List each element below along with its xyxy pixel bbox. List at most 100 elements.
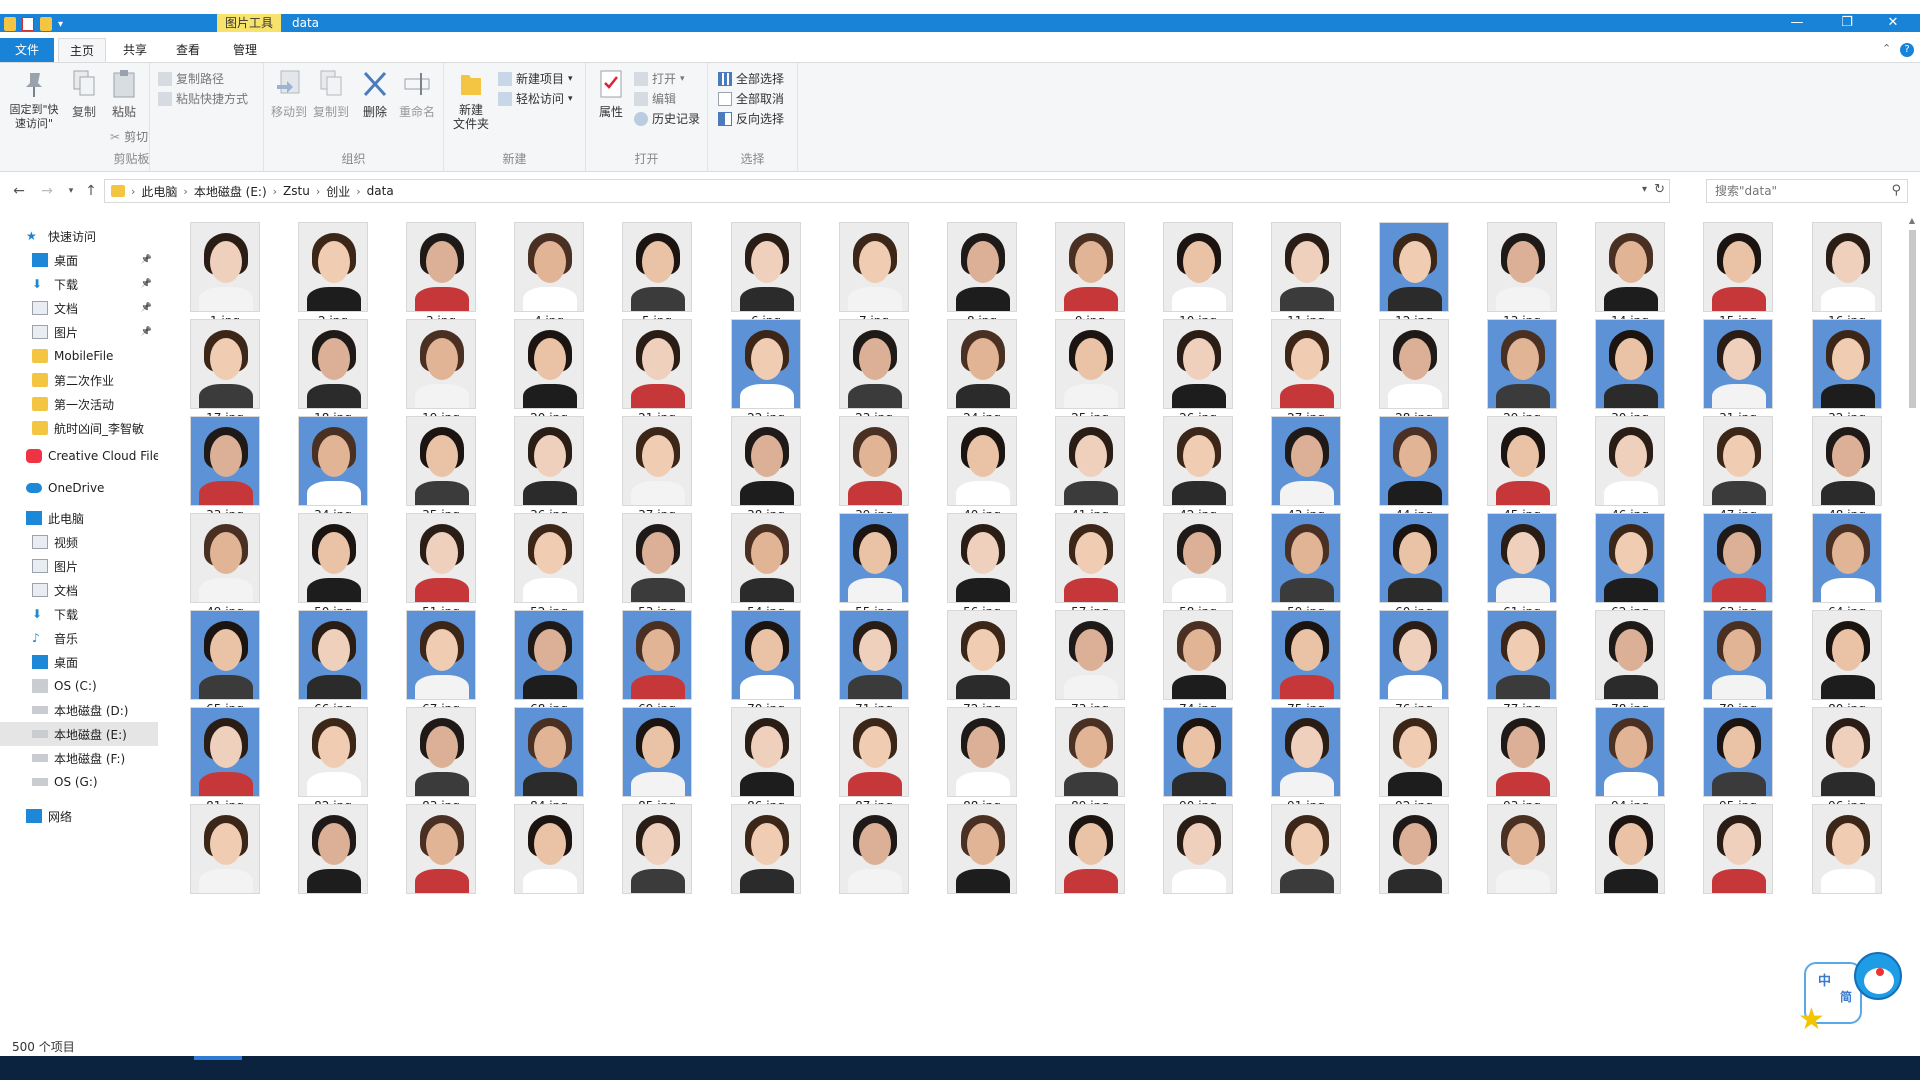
properties-check-icon[interactable] xyxy=(22,17,34,31)
nav-item[interactable]: 本地磁盘 (D:) xyxy=(0,698,158,722)
nav-item[interactable]: 桌面 xyxy=(0,650,158,674)
help-icon[interactable]: ? xyxy=(1900,43,1914,57)
minimize-button[interactable]: — xyxy=(1774,14,1820,32)
new-item-button[interactable]: 新建项目 ▾ xyxy=(498,69,573,89)
invert-selection-button[interactable]: 反向选择 xyxy=(718,109,784,129)
nav-item[interactable]: 网络 xyxy=(0,804,158,828)
breadcrumb-zstu[interactable]: Zstu xyxy=(283,184,310,198)
nav-item[interactable]: 图片 xyxy=(0,554,158,578)
file-item[interactable]: 111.jpg xyxy=(1685,796,1785,909)
breadcrumb-drive-e[interactable]: 本地磁盘 (E:) xyxy=(194,183,267,200)
search-box[interactable]: ⚲ xyxy=(1706,179,1908,203)
nav-item[interactable]: 本地磁盘 (E:) xyxy=(0,722,158,746)
history-button[interactable]: 历史记录 xyxy=(634,109,700,129)
file-item[interactable]: 104.jpg xyxy=(929,796,1029,909)
pin-to-quick-access-button[interactable]: 固定到"快速访问" xyxy=(4,69,64,131)
search-input[interactable] xyxy=(1707,180,1877,202)
address-bar[interactable]: › 此电脑 › 本地磁盘 (E:) › Zstu › 创业 › data ▾ ↻ xyxy=(104,179,1670,203)
nav-item[interactable]: 此电脑 xyxy=(0,506,158,530)
ime-widget[interactable]: 中 简 ★ xyxy=(1796,952,1906,1037)
tab-file[interactable]: 文件 xyxy=(0,38,54,62)
thumbnail-face xyxy=(1832,532,1864,574)
forward-arrow-icon[interactable]: → xyxy=(38,182,56,200)
tab-manage[interactable]: 管理 xyxy=(218,38,272,62)
new-folder-icon[interactable] xyxy=(40,17,52,31)
ime-mode-chinese[interactable]: 中 xyxy=(1818,970,1831,989)
file-item[interactable]: 109.jpg xyxy=(1469,796,1569,909)
edit-button[interactable]: 编辑 xyxy=(634,89,676,109)
photo-thumbnail xyxy=(731,707,801,797)
scroll-up-arrow-icon[interactable]: ▲ xyxy=(1907,216,1917,226)
file-item[interactable]: 99.jpg xyxy=(388,796,488,909)
photo-thumbnail xyxy=(1812,319,1882,409)
breadcrumb-this-pc[interactable]: 此电脑 xyxy=(141,183,177,200)
tab-view[interactable]: 查看 xyxy=(163,38,213,62)
nav-item[interactable]: ★ 快速访问 xyxy=(0,224,158,248)
maximize-button[interactable]: ❐ xyxy=(1824,14,1870,32)
nav-item[interactable]: OneDrive xyxy=(0,476,158,500)
recent-locations-chevron-icon[interactable]: ▾ xyxy=(62,182,80,200)
nav-item[interactable]: 第一次活动 xyxy=(0,392,158,416)
file-item[interactable]: 102.jpg xyxy=(713,796,813,909)
nav-item[interactable]: 桌面 📌 xyxy=(0,248,158,272)
nav-item[interactable]: 本地磁盘 (F:) xyxy=(0,746,158,770)
file-item[interactable]: 101.jpg xyxy=(604,796,704,909)
nav-item[interactable]: OS (G:) xyxy=(0,770,158,794)
select-none-button[interactable]: 全部取消 xyxy=(718,89,784,109)
nav-item[interactable]: 图片 📌 xyxy=(0,320,158,344)
breadcrumb-chuangye[interactable]: 创业 xyxy=(326,183,350,200)
thumbnail-shoulders xyxy=(523,481,577,505)
vertical-scrollbar[interactable]: ▲ xyxy=(1904,214,1920,1036)
file-item[interactable]: 107.jpg xyxy=(1253,796,1353,909)
scrollbar-thumb[interactable] xyxy=(1909,230,1916,408)
thumbnail-shoulders xyxy=(1496,287,1550,311)
nav-item[interactable]: 航时凶间_李智敏 xyxy=(0,416,158,440)
copy-button[interactable]: 复制 xyxy=(64,69,104,120)
nav-item[interactable]: 第二次作业 xyxy=(0,368,158,392)
file-item[interactable]: 108.jpg xyxy=(1361,796,1461,909)
thumbnail-face xyxy=(1832,435,1864,477)
select-all-button[interactable]: 全部选择 xyxy=(718,69,784,89)
delete-button[interactable]: 删除 xyxy=(352,69,398,120)
open-button[interactable]: 打开 ▾ xyxy=(634,69,685,89)
file-item[interactable]: 103.jpg xyxy=(821,796,921,909)
new-folder-button[interactable]: 新建 文件夹 xyxy=(448,69,494,131)
nav-item[interactable]: ⬇ 下载 xyxy=(0,602,158,626)
up-arrow-icon[interactable]: ↑ xyxy=(82,182,100,200)
paste-button[interactable]: 粘贴 xyxy=(104,69,144,120)
address-dropdown-chevron-icon[interactable]: ▾ xyxy=(1642,184,1647,195)
cut-button[interactable]: ✂ 剪切 xyxy=(110,127,148,147)
copy-to-button[interactable]: 复制到 xyxy=(308,69,354,120)
file-item[interactable]: 106.jpg xyxy=(1145,796,1245,909)
breadcrumb-data[interactable]: data xyxy=(367,184,394,198)
folder-icon[interactable] xyxy=(4,17,16,31)
file-item[interactable]: 110.jpg xyxy=(1577,796,1677,909)
properties-button[interactable]: 属性 xyxy=(588,69,634,120)
nav-item[interactable]: 视频 xyxy=(0,530,158,554)
tab-home[interactable]: 主页 xyxy=(58,38,106,62)
paste-shortcut-button[interactable]: 粘贴快捷方式 xyxy=(158,89,248,109)
file-item[interactable]: 100.jpg xyxy=(496,796,596,909)
ime-mode-simplified[interactable]: 简 xyxy=(1840,988,1852,1005)
collapse-ribbon-chevron-icon[interactable]: ⌃ xyxy=(1882,42,1891,55)
refresh-icon[interactable]: ↻ xyxy=(1654,182,1665,197)
file-item[interactable]: 97.jpg xyxy=(172,796,272,909)
move-to-button[interactable]: 移动到 xyxy=(266,69,312,120)
nav-item[interactable]: 文档 📌 xyxy=(0,296,158,320)
close-button[interactable]: ✕ xyxy=(1870,14,1916,32)
back-arrow-icon[interactable]: ← xyxy=(10,182,28,200)
copy-path-button[interactable]: 复制路径 xyxy=(158,69,224,89)
nav-item[interactable]: MobileFile xyxy=(0,344,158,368)
file-item[interactable]: 98.jpg xyxy=(280,796,380,909)
nav-item[interactable]: ⬇ 下载 📌 xyxy=(0,272,158,296)
easy-access-button[interactable]: 轻松访问 ▾ xyxy=(498,89,573,109)
nav-item[interactable]: OS (C:) xyxy=(0,674,158,698)
tab-share[interactable]: 共享 xyxy=(110,38,160,62)
nav-item[interactable]: 文档 xyxy=(0,578,158,602)
customize-qat-chevron-icon[interactable]: ▾ xyxy=(58,19,63,30)
nav-item[interactable]: ♪ 音乐 xyxy=(0,626,158,650)
rename-button[interactable]: 重命名 xyxy=(394,69,440,120)
file-item[interactable]: 105.jpg xyxy=(1037,796,1137,909)
nav-item[interactable]: Creative Cloud Files xyxy=(0,444,158,468)
file-item[interactable]: 112.jpg xyxy=(1794,796,1894,909)
